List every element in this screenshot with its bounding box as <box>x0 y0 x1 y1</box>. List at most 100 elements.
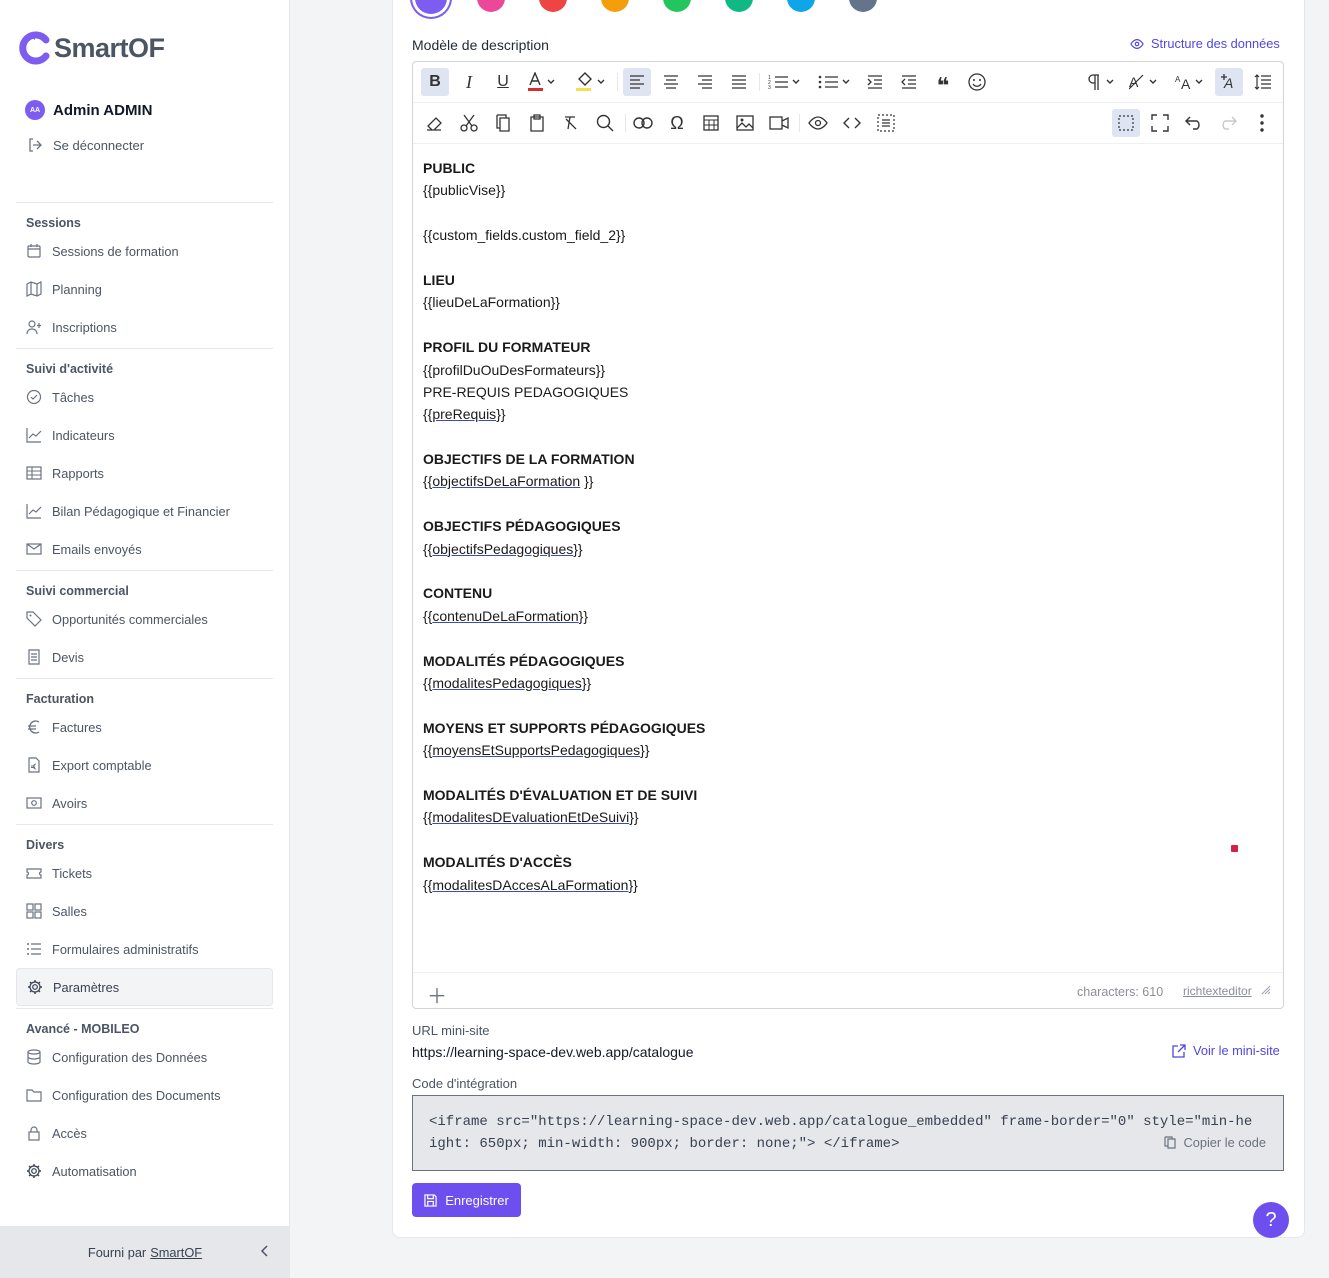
color-swatch[interactable] <box>849 0 877 12</box>
editor-content[interactable]: PUBLIC {{publicVise}} {{custom_fields.cus… <box>423 157 1263 896</box>
color-swatch[interactable] <box>725 0 753 12</box>
copy-code-button[interactable]: Copier le code <box>1160 1135 1266 1150</box>
show-blocks-button[interactable] <box>1112 109 1140 137</box>
sidebar-item-salles[interactable]: Salles <box>16 892 273 930</box>
external-link-icon <box>1172 1043 1186 1058</box>
footer-prefix: Fourni par <box>87 1244 147 1260</box>
code-view-button[interactable] <box>838 109 866 137</box>
indent-button[interactable] <box>861 68 889 96</box>
help-button[interactable]: ? <box>1253 1202 1289 1238</box>
special-char-button[interactable]: Ω <box>663 109 691 137</box>
blockquote-button[interactable]: ❝ <box>929 68 957 98</box>
preview-button[interactable] <box>804 109 832 137</box>
strikethrough-format-button[interactable]: A <box>1127 68 1163 96</box>
table-icon <box>26 466 42 480</box>
align-left-button[interactable] <box>623 68 651 96</box>
collapse-sidebar-icon[interactable] <box>258 1244 272 1258</box>
help-icon: ? <box>1265 1208 1277 1231</box>
unordered-list-button[interactable] <box>815 68 855 96</box>
color-swatch[interactable] <box>539 0 567 12</box>
sidebar-item-tickets[interactable]: Tickets <box>16 854 273 892</box>
sidebar-item-acces[interactable]: Accès <box>16 1114 273 1152</box>
color-swatch[interactable] <box>601 0 629 12</box>
sidebar-item-label: Indicateurs <box>52 427 115 443</box>
nav-section-title: Avancé - MOBILEO <box>26 1022 140 1036</box>
outdent-button[interactable] <box>895 68 923 96</box>
highlight-color-button[interactable] <box>571 68 611 96</box>
sidebar-nav: Sessions Sessions de formation Planning Ins… <box>16 202 273 1192</box>
fullscreen-button[interactable] <box>1146 109 1174 137</box>
user-name: Admin ADMIN <box>53 101 153 119</box>
copy-button[interactable] <box>489 109 517 137</box>
sidebar-item-export-comptable[interactable]: Export comptable <box>16 746 273 784</box>
link-button[interactable] <box>629 109 657 137</box>
sidebar-item-label: Emails envoyés <box>52 541 142 557</box>
embed-code-box[interactable]: <iframe src="https://learning-space-dev.… <box>412 1095 1284 1171</box>
font-size-icon: AA <box>1175 75 1203 91</box>
video-button[interactable] <box>765 109 793 137</box>
copy-icon <box>1164 1136 1177 1149</box>
nav-section-title: Facturation <box>26 692 95 706</box>
underline-button[interactable]: U <box>489 68 517 96</box>
sidebar-item-indicateurs[interactable]: Indicateurs <box>16 416 273 454</box>
color-swatch[interactable] <box>663 0 691 12</box>
sidebar-item-automatisation[interactable]: Automatisation <box>16 1152 273 1190</box>
sidebar-item-sessions-de-formation[interactable]: Sessions de formation <box>16 232 273 270</box>
font-color-button[interactable] <box>523 68 561 96</box>
sidebar-item-planning[interactable]: Planning <box>16 270 273 308</box>
undo-button[interactable] <box>1180 109 1208 137</box>
sidebar-item-configuration-des-donnees[interactable]: Configuration des Données <box>16 1038 273 1076</box>
fullscreen-icon <box>1151 114 1169 132</box>
image-button[interactable] <box>731 109 759 137</box>
resize-grip-icon[interactable] <box>1261 985 1271 995</box>
logout-button[interactable]: Se déconnecter <box>27 137 144 153</box>
sidebar-item-opportunites-commerciales[interactable]: Opportunités commerciales <box>16 600 273 638</box>
data-structure-link[interactable]: Structure des données <box>1130 36 1280 51</box>
sidebar-item-avoirs[interactable]: Avoirs <box>16 784 273 822</box>
ordered-list-button[interactable]: 123 <box>765 68 805 96</box>
clear-format-button[interactable]: A <box>1215 68 1243 96</box>
paragraph-format-button[interactable] <box>1085 68 1119 96</box>
save-button[interactable]: Enregistrer <box>412 1183 521 1217</box>
document-icon <box>28 649 40 665</box>
more-options-button[interactable] <box>1248 109 1276 137</box>
footer-link[interactable]: SmartOF <box>150 1245 202 1260</box>
sidebar-item-rapports[interactable]: Rapports <box>16 454 273 492</box>
add-block-icon[interactable]: ＋ <box>427 980 447 1009</box>
sidebar-item-factures[interactable]: Factures <box>16 708 273 746</box>
italic-button[interactable]: I <box>455 68 483 96</box>
color-swatch[interactable] <box>477 0 505 12</box>
sidebar-item-configuration-des-documents[interactable]: Configuration des Documents <box>16 1076 273 1114</box>
cut-button[interactable] <box>455 109 483 137</box>
sidebar-item-label: Bilan Pédagogique et Financier <box>52 503 230 519</box>
select-all-button[interactable] <box>872 109 900 137</box>
sidebar-item-parametres[interactable]: Paramètres <box>16 968 273 1006</box>
sidebar-item-bilan-pedagogique-et-financier[interactable]: Bilan Pédagogique et Financier <box>16 492 273 530</box>
color-swatch[interactable] <box>787 0 815 12</box>
search-button[interactable] <box>591 109 619 137</box>
align-center-button[interactable] <box>657 68 685 96</box>
redo-button[interactable] <box>1214 109 1242 137</box>
color-swatch[interactable] <box>415 0 447 14</box>
sidebar-item-formulaires-administratifs[interactable]: Formulaires administratifs <box>16 930 273 968</box>
emoji-button[interactable] <box>963 68 991 96</box>
euro-icon <box>28 720 40 734</box>
sidebar-item-taches[interactable]: Tâches <box>16 378 273 416</box>
eraser-button[interactable] <box>421 109 449 137</box>
align-right-button[interactable] <box>691 68 719 96</box>
align-justify-button[interactable] <box>725 68 753 96</box>
bold-button[interactable]: B <box>421 68 449 96</box>
sidebar-item-emails-envoyes[interactable]: Emails envoyés <box>16 530 273 568</box>
line-height-button[interactable] <box>1249 68 1277 96</box>
font-size-button[interactable]: AA <box>1173 68 1209 96</box>
table-button[interactable] <box>697 109 725 137</box>
view-mini-site-link[interactable]: Voir le mini-site <box>1172 1043 1280 1058</box>
paste-button[interactable] <box>523 109 551 137</box>
editor-brand-link[interactable]: richtexteditor <box>1183 984 1252 998</box>
sidebar-item-devis[interactable]: Devis <box>16 638 273 676</box>
logo[interactable]: SmartOF <box>16 30 165 66</box>
remove-format-button[interactable] <box>557 109 585 137</box>
sidebar-item-inscriptions[interactable]: Inscriptions <box>16 308 273 346</box>
